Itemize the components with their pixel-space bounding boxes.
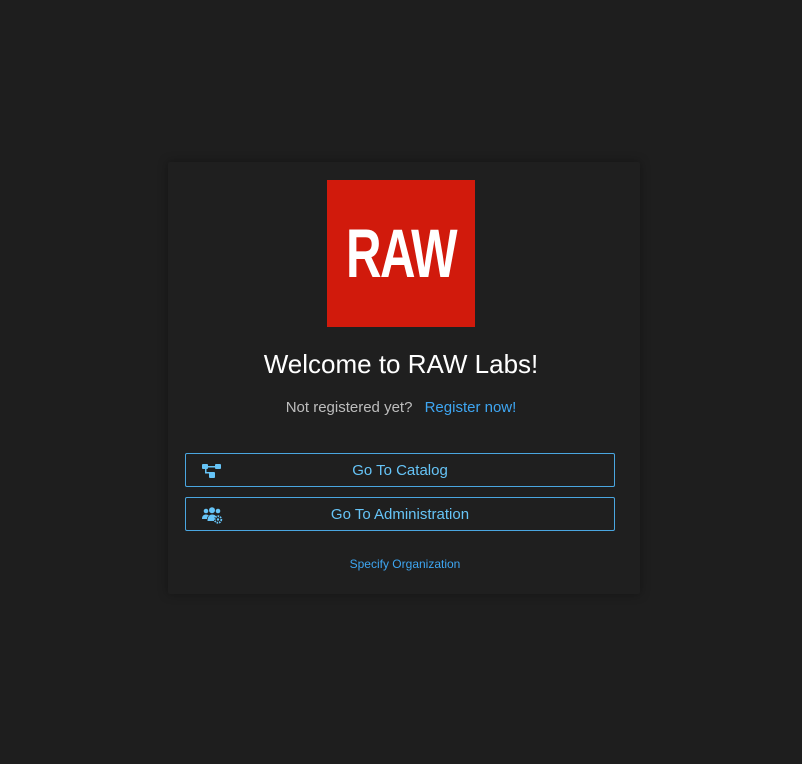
login-page: RAW Welcome to RAW Labs! Not registered …	[0, 0, 802, 764]
raw-labs-logo: RAW	[327, 180, 475, 327]
go-to-administration-label: Go To Administration	[330, 505, 470, 523]
register-link[interactable]: Register now!	[425, 399, 517, 416]
users-cog-icon	[202, 498, 223, 532]
sitemap-icon	[202, 454, 221, 488]
register-prompt: Not registered yet?	[285, 399, 413, 416]
go-to-catalog-label: Go To Catalog	[352, 461, 448, 479]
specify-organization-link[interactable]: Specify Organization	[0, 557, 802, 571]
page-title: Welcome to RAW Labs!	[263, 349, 539, 379]
register-row: Not registered yet? Register now!	[0, 398, 802, 418]
go-to-administration-button[interactable]: Go To Administration	[185, 497, 615, 531]
go-to-catalog-button[interactable]: Go To Catalog	[185, 453, 615, 487]
logo-text: RAW	[346, 214, 458, 292]
